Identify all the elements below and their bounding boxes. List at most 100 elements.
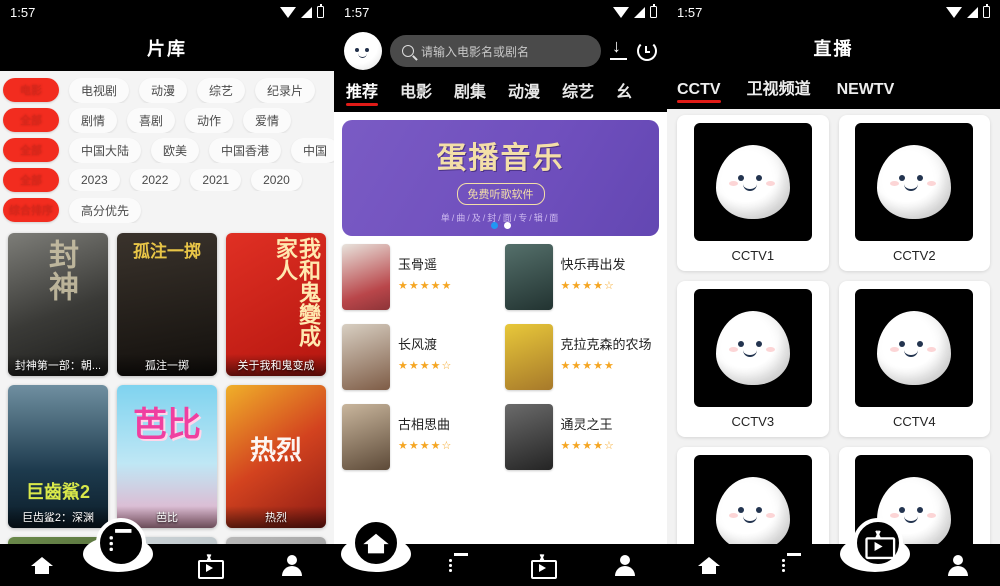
filter-key-sort[interactable]: 综合排序 xyxy=(3,198,59,222)
nav-item-home-active[interactable] xyxy=(351,518,401,568)
battery-icon xyxy=(983,4,990,18)
poster-card[interactable]: 巨齿鲨2：深渊 xyxy=(8,385,108,528)
carousel-dot[interactable] xyxy=(503,222,511,229)
channel-card[interactable]: CCTV3 xyxy=(677,281,829,437)
user-icon xyxy=(946,553,970,577)
item-meta: 快乐再出发 ★★★★☆ xyxy=(561,244,626,292)
nav-item-home[interactable] xyxy=(0,553,84,577)
wifi-icon xyxy=(280,6,296,18)
nav-item-user[interactable] xyxy=(584,553,667,577)
item-thumbnail xyxy=(504,404,553,470)
tab-variety[interactable]: 综艺 xyxy=(562,78,594,106)
tab-anime[interactable]: 动漫 xyxy=(508,78,540,106)
filter-chip[interactable]: 爱情 xyxy=(243,107,292,133)
poster-card[interactable]: 孤注一掷 xyxy=(117,233,217,376)
item-meta: 古相思曲 ★★★★☆ xyxy=(398,404,452,452)
screen-home: 1:57 请输入电影名或剧名 推荐 电影 剧集 动漫 xyxy=(334,0,667,586)
filter-key-year[interactable]: 全部 xyxy=(3,168,59,192)
channel-card[interactable]: CCTV4 xyxy=(838,281,990,437)
poster-card[interactable]: 芭比 xyxy=(117,385,217,528)
poster-title: 热烈 xyxy=(226,506,326,528)
filter-chip[interactable]: 2021 xyxy=(190,169,242,191)
poster-card[interactable]: 热烈 xyxy=(226,385,326,528)
channel-thumbnail xyxy=(855,289,974,407)
filter-chip[interactable]: 纪录片 xyxy=(255,77,316,103)
filter-options-region: 中国大陆 欧美 中国香港 中国 xyxy=(65,137,334,163)
list-item[interactable]: 长风渡 ★★★★☆ xyxy=(342,324,497,390)
nav-item-list-active[interactable] xyxy=(96,518,146,568)
tab-satellite[interactable]: 卫视频道 xyxy=(747,75,811,103)
recommend-column-right: 快乐再出发 ★★★★☆ 克拉克森的农场 ★★★★★ 通灵之王 ★★★★☆ xyxy=(504,244,660,484)
filter-row-category: 电影 电视剧 动漫 综艺 纪录片 xyxy=(0,75,334,105)
nav-item-list[interactable] xyxy=(417,553,500,577)
status-time: 1:57 xyxy=(677,4,703,20)
filter-row-year: 全部 2023 2022 2021 2020 xyxy=(0,165,334,195)
library-title-bar: 片库 xyxy=(0,24,334,71)
nav-item-list[interactable] xyxy=(750,553,833,577)
channel-name: CCTV4 xyxy=(892,414,936,429)
tab-movie[interactable]: 电影 xyxy=(400,78,432,106)
filter-chip[interactable]: 2023 xyxy=(69,169,120,191)
filter-chip[interactable]: 喜剧 xyxy=(127,107,176,133)
list-item[interactable]: 快乐再出发 ★★★★☆ xyxy=(504,244,660,310)
tab-newtv[interactable]: NEWTV xyxy=(837,81,895,103)
filter-chip[interactable]: 综艺 xyxy=(197,77,246,103)
filter-chip[interactable]: 中国 xyxy=(291,137,334,163)
promo-banner[interactable]: 蛋播音乐 免费听歌软件 单/曲/及/封/面/专/辑/面 xyxy=(342,120,659,236)
item-rating: ★★★★☆ xyxy=(560,440,615,452)
filter-chip[interactable]: 动漫 xyxy=(139,77,188,103)
filter-chip[interactable]: 2020 xyxy=(251,169,302,191)
filter-chip[interactable]: 2022 xyxy=(129,169,181,191)
filter-chip[interactable]: 欧美 xyxy=(151,137,200,163)
tab-cctv[interactable]: CCTV xyxy=(677,81,721,103)
filter-chip[interactable]: 中国大陆 xyxy=(69,137,142,163)
item-meta: 克拉克森的农场 ★★★★★ xyxy=(561,324,652,372)
filter-chip[interactable]: 中国香港 xyxy=(209,137,282,163)
item-meta: 玉骨遥 ★★★★★ xyxy=(398,244,452,292)
filter-chip[interactable]: 高分优先 xyxy=(69,197,142,223)
item-thumbnail xyxy=(342,404,390,470)
home-icon xyxy=(362,529,390,557)
item-title: 玉骨遥 xyxy=(398,257,438,272)
channel-card[interactable]: CCTV1 xyxy=(677,115,829,271)
filter-chip[interactable]: 动作 xyxy=(185,107,234,133)
channel-name: CCTV3 xyxy=(731,414,775,429)
filter-key-region[interactable]: 全部 xyxy=(3,138,59,162)
nav-item-user[interactable] xyxy=(251,553,335,577)
nav-item-user[interactable] xyxy=(917,553,1000,577)
poster-card[interactable]: 关于我和鬼变成 xyxy=(226,233,326,376)
avatar[interactable] xyxy=(344,32,382,70)
nav-item-tv[interactable] xyxy=(167,553,251,579)
nav-item-home[interactable] xyxy=(667,553,750,577)
download-icon[interactable] xyxy=(609,36,629,61)
filter-key-category[interactable]: 电影 xyxy=(3,78,59,102)
search-input[interactable]: 请输入电影名或剧名 xyxy=(390,35,601,67)
search-icon xyxy=(402,45,414,57)
list-item[interactable]: 通灵之王 ★★★★☆ xyxy=(504,404,660,470)
carousel-dot-active[interactable] xyxy=(490,222,498,229)
live-tabs: CCTV 卫视频道 NEWTV xyxy=(667,71,1000,109)
history-icon[interactable] xyxy=(637,41,657,61)
nav-item-tv[interactable] xyxy=(501,553,584,579)
list-item[interactable]: 玉骨遥 ★★★★★ xyxy=(342,244,497,310)
tab-recommend[interactable]: 推荐 xyxy=(346,78,379,106)
tv-icon xyxy=(530,553,558,579)
item-title: 通灵之王 xyxy=(560,417,613,432)
item-thumbnail xyxy=(504,324,553,390)
nav-item-tv-active[interactable] xyxy=(853,518,903,568)
library-body: 电影 电视剧 动漫 综艺 纪录片 全部 剧情 喜剧 动作 爱情 全部 中国大陆 … xyxy=(0,71,334,586)
screen-live: 1:57 直播 CCTV 卫视频道 NEWTV CCTV1 CCTV2 CCTV… xyxy=(667,0,1000,586)
banner-subtitle: 免费听歌软件 xyxy=(456,182,545,205)
tab-series[interactable]: 剧集 xyxy=(454,78,486,106)
poster-card[interactable]: 封神第一部：朝... xyxy=(8,233,108,376)
filter-options-sort: 高分优先 xyxy=(65,197,334,223)
list-item[interactable]: 克拉克森的农场 ★★★★★ xyxy=(504,324,660,390)
screen-library: 1:57 片库 电影 电视剧 动漫 综艺 纪录片 全部 剧情 喜剧 动作 爱情 … xyxy=(0,0,334,586)
filter-chip[interactable]: 剧情 xyxy=(69,107,118,133)
tab-more[interactable]: 幺 xyxy=(616,78,632,106)
channel-card[interactable]: CCTV2 xyxy=(838,115,990,271)
filter-key-genre[interactable]: 全部 xyxy=(3,108,59,132)
list-item[interactable]: 古相思曲 ★★★★☆ xyxy=(342,404,497,470)
filter-chip[interactable]: 电视剧 xyxy=(69,77,130,103)
filter-row-genre: 全部 剧情 喜剧 动作 爱情 xyxy=(0,105,334,135)
